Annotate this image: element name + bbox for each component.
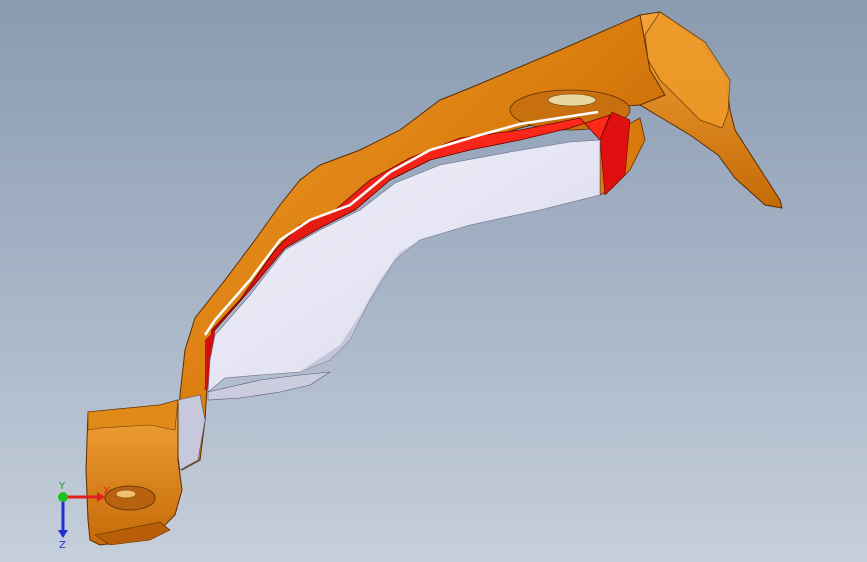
y-axis-icon	[58, 492, 68, 502]
graphics-viewport[interactable]: X Y Z	[0, 0, 867, 562]
foot-hole	[115, 489, 137, 499]
axis-triad: X Y Z	[58, 481, 110, 550]
upper-flange[interactable]	[177, 14, 666, 471]
z-axis-label: Z	[59, 540, 66, 550]
y-axis-label: Y	[58, 481, 66, 492]
x-axis-label: X	[103, 486, 110, 497]
bracket-3d-model[interactable]	[0, 0, 867, 562]
foot-top-face	[87, 399, 179, 431]
upper-boss-hole	[547, 93, 597, 107]
